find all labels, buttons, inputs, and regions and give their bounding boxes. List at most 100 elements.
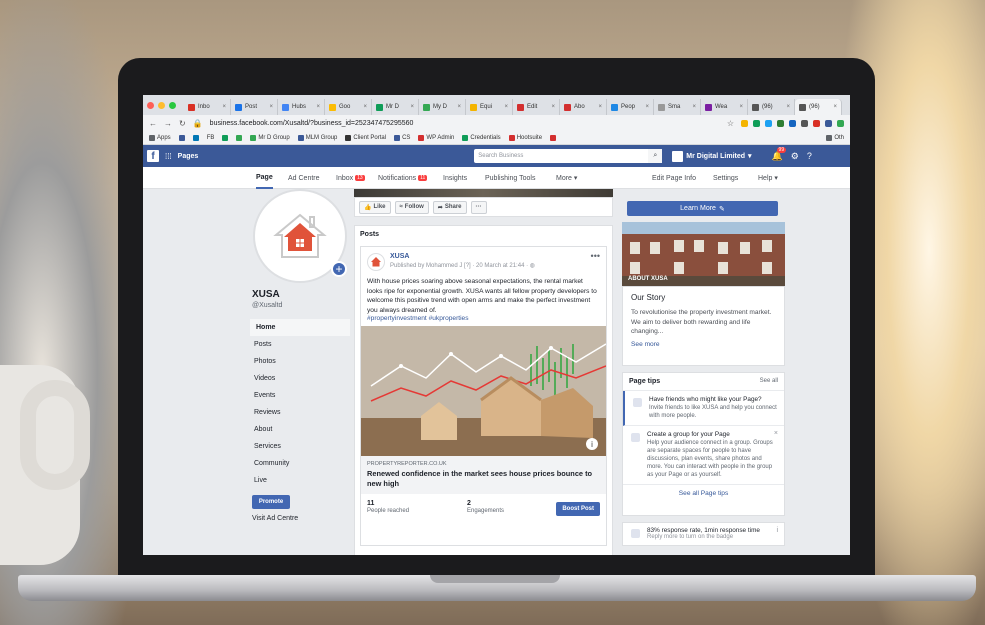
other-bookmarks[interactable]: Oth bbox=[826, 134, 844, 141]
extension-icon[interactable] bbox=[753, 119, 760, 127]
link-preview[interactable]: PROPERTYREPORTER.CO.UK Renewed confidenc… bbox=[361, 456, 606, 494]
browser-tab[interactable]: Inbo × bbox=[184, 99, 231, 115]
left-nav-reviews[interactable]: Reviews bbox=[250, 404, 350, 421]
post-hashtags[interactable]: #propertyinvestment #ukproperties bbox=[367, 315, 600, 322]
browser-tab[interactable]: Post × bbox=[231, 99, 278, 115]
close-tab-icon[interactable]: × bbox=[551, 104, 555, 110]
browser-tab[interactable]: Sma × bbox=[654, 99, 701, 115]
help-icon[interactable]: ? bbox=[807, 151, 812, 162]
left-nav-posts[interactable]: Posts bbox=[250, 336, 350, 353]
about-photo[interactable]: ABOUT XUSA bbox=[622, 222, 785, 286]
left-nav-photos[interactable]: Photos bbox=[250, 353, 350, 370]
bookmark-cs[interactable]: CS bbox=[394, 134, 410, 141]
close-tab-icon[interactable]: × bbox=[222, 104, 226, 110]
extension-icon[interactable] bbox=[801, 119, 808, 127]
see-more-link[interactable]: See more bbox=[631, 341, 776, 348]
visit-ad-centre-link[interactable]: Visit Ad Centre bbox=[250, 515, 350, 522]
browser-tab[interactable]: (96) × bbox=[748, 99, 795, 115]
left-nav-live[interactable]: Live bbox=[250, 472, 350, 489]
bookmark-icon-only[interactable] bbox=[192, 134, 199, 141]
pages-menu[interactable]: Pages bbox=[178, 153, 199, 160]
bookmark-credentials[interactable]: Credentials bbox=[462, 134, 501, 141]
browser-tab[interactable]: Equi × bbox=[466, 99, 513, 115]
browser-tab[interactable]: Peop × bbox=[607, 99, 654, 115]
facebook-logo-icon[interactable]: f bbox=[147, 150, 159, 162]
tab-ad-centre[interactable]: Ad Centre bbox=[288, 167, 320, 189]
extension-icon[interactable] bbox=[813, 119, 820, 127]
bookmark-apps[interactable]: Apps bbox=[149, 134, 171, 141]
follow-button[interactable]: ≈ Follow bbox=[394, 200, 429, 214]
extension-icon[interactable] bbox=[789, 119, 796, 127]
tab-notifications[interactable]: Notifications 11 bbox=[378, 167, 428, 189]
bookmark-mr-d-group[interactable]: Mr D Group bbox=[250, 134, 290, 141]
close-tab-icon[interactable]: × bbox=[786, 104, 790, 110]
boost-post-button[interactable]: Boost Post bbox=[556, 502, 600, 516]
see-all-page-tips-link[interactable]: See all Page tips bbox=[623, 485, 784, 502]
grid-menu-icon[interactable]: ⁞⁞⁞ bbox=[165, 152, 172, 161]
url-field[interactable]: business.facebook.com/Xusaltd/?business_… bbox=[210, 120, 720, 127]
close-tab-icon[interactable]: × bbox=[457, 104, 461, 110]
left-nav-about[interactable]: About bbox=[250, 421, 350, 438]
tab-help[interactable]: Help ▾ bbox=[758, 167, 778, 189]
close-window-button[interactable] bbox=[147, 101, 154, 109]
back-arrow-icon[interactable]: ← bbox=[149, 119, 157, 128]
left-nav-services[interactable]: Services bbox=[250, 438, 350, 455]
close-tab-icon[interactable]: × bbox=[269, 104, 273, 110]
post-author-avatar[interactable] bbox=[367, 253, 385, 271]
reload-icon[interactable]: ↻ bbox=[179, 119, 186, 128]
post-options-icon[interactable]: ••• bbox=[591, 251, 600, 261]
profile-picture[interactable]: + bbox=[253, 189, 347, 283]
left-nav-videos[interactable]: Videos bbox=[250, 370, 350, 387]
extension-icon[interactable] bbox=[765, 119, 772, 127]
left-nav-community[interactable]: Community bbox=[250, 455, 350, 472]
bookmark-icon-only[interactable] bbox=[178, 134, 185, 141]
bookmark-icon-only[interactable] bbox=[550, 134, 557, 141]
forward-arrow-icon[interactable]: → bbox=[164, 119, 172, 128]
bookmark-client-portal[interactable]: Client Portal bbox=[345, 134, 386, 141]
account-switcher[interactable]: Mr Digital Limited ▾ bbox=[672, 150, 752, 162]
promote-button[interactable]: Promote bbox=[252, 495, 290, 509]
minimize-window-button[interactable] bbox=[158, 101, 165, 109]
post-author-name[interactable]: XUSA bbox=[390, 253, 535, 260]
browser-tab[interactable]: Edit × bbox=[513, 99, 560, 115]
bookmark-hootsuite[interactable]: Hootsuite bbox=[508, 134, 542, 141]
bookmark-icon-only[interactable] bbox=[236, 134, 243, 141]
close-tab-icon[interactable]: × bbox=[316, 104, 320, 110]
close-icon[interactable]: × bbox=[774, 430, 778, 437]
browser-tab[interactable]: Abo × bbox=[560, 99, 607, 115]
browser-tab[interactable]: Hubs × bbox=[278, 99, 325, 115]
browser-tab[interactable]: Mr D × bbox=[372, 99, 419, 115]
close-tab-icon[interactable]: × bbox=[598, 104, 602, 110]
bookmark-wp-admin[interactable]: WP Admin bbox=[418, 134, 454, 141]
browser-tab[interactable]: Goo × bbox=[325, 99, 372, 115]
tab-more[interactable]: More ▾ bbox=[556, 167, 577, 189]
info-icon[interactable]: i bbox=[776, 527, 778, 534]
tab-publishing-tools[interactable]: Publishing Tools bbox=[485, 167, 535, 189]
left-nav-home[interactable]: Home bbox=[250, 319, 350, 336]
extension-icon[interactable] bbox=[825, 119, 832, 127]
like-button[interactable]: 👍 Like bbox=[359, 200, 391, 214]
tab-edit-page-info[interactable]: Edit Page Info bbox=[652, 167, 696, 189]
learn-more-button[interactable]: Learn More ✎ bbox=[627, 201, 778, 216]
gear-icon[interactable]: ⚙ bbox=[791, 151, 799, 162]
close-tab-icon[interactable]: × bbox=[739, 104, 743, 110]
see-all-link[interactable]: See all bbox=[760, 378, 778, 385]
browser-tab[interactable]: My D × bbox=[419, 99, 466, 115]
tab-settings[interactable]: Settings bbox=[713, 167, 738, 189]
add-photo-button[interactable]: + bbox=[331, 261, 347, 277]
extension-icon[interactable] bbox=[741, 119, 748, 127]
extension-icon[interactable] bbox=[837, 119, 844, 127]
tip-invite-friends[interactable]: Have friends who might like your Page? I… bbox=[623, 391, 784, 426]
close-tab-icon[interactable]: × bbox=[645, 104, 649, 110]
search-icon[interactable]: ⌕ bbox=[648, 149, 663, 163]
tab-page[interactable]: Page bbox=[256, 167, 273, 189]
tab-inbox[interactable]: Inbox 13 bbox=[336, 167, 365, 189]
close-tab-icon[interactable]: × bbox=[833, 104, 837, 110]
search-business-input[interactable]: Search Business ⌕ bbox=[474, 149, 663, 163]
close-tab-icon[interactable]: × bbox=[692, 104, 696, 110]
bookmark-star-icon[interactable]: ☆ bbox=[727, 119, 734, 128]
share-button[interactable]: ➦ Share bbox=[432, 200, 467, 214]
left-nav-events[interactable]: Events bbox=[250, 387, 350, 404]
maximize-window-button[interactable] bbox=[169, 101, 176, 109]
bookmark-mlm-group[interactable]: MLM Group bbox=[297, 134, 337, 141]
